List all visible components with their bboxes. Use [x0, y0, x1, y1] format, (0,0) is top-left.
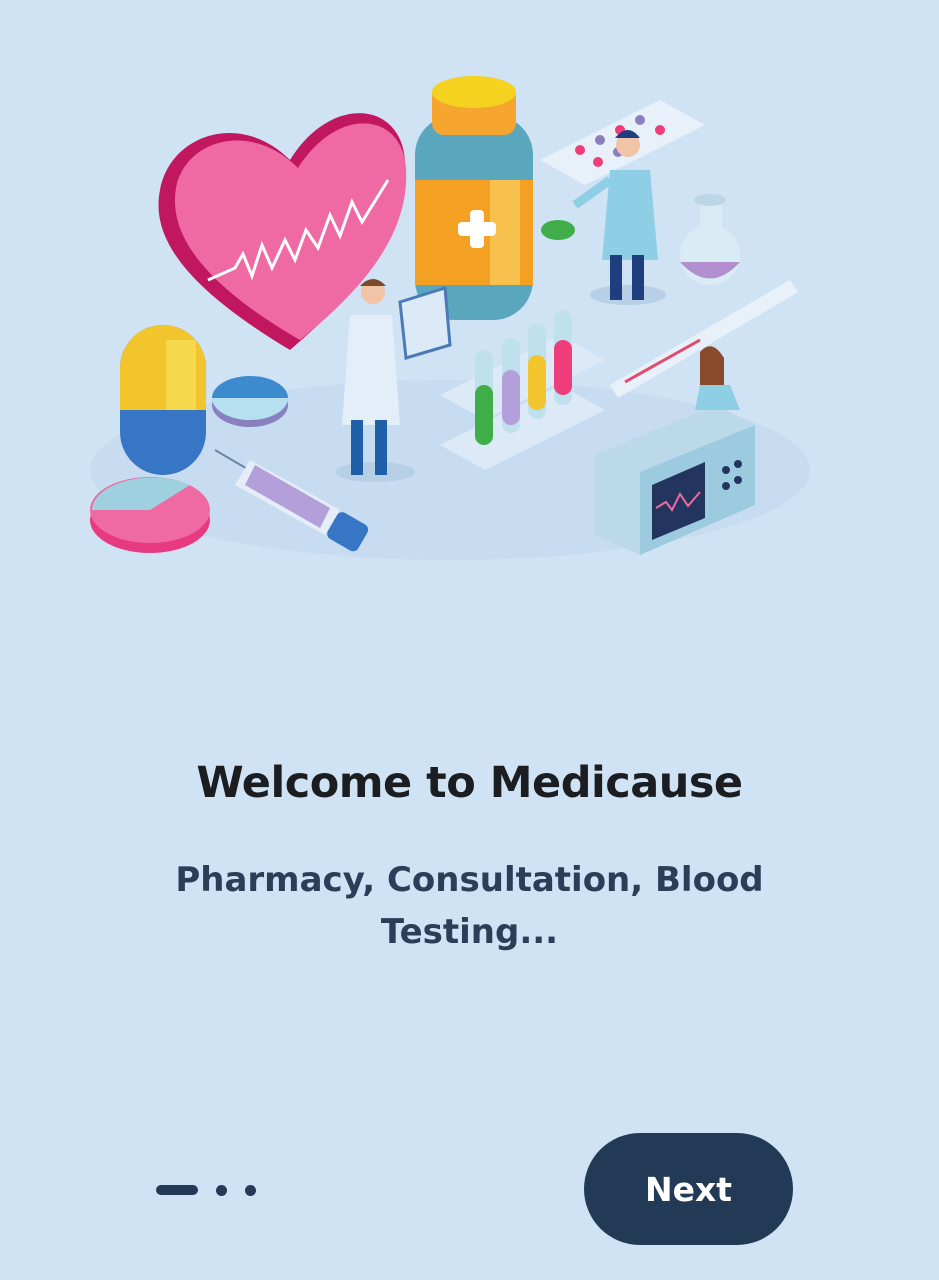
pill-tablet-icon [90, 477, 210, 553]
medical-illustration [90, 76, 810, 560]
onboarding-screen: Welcome to Medicause Pharmacy, Consultat… [0, 0, 939, 1280]
page-indicator-dot[interactable] [216, 1184, 227, 1196]
next-button[interactable]: Next [584, 1133, 793, 1245]
page-indicator [156, 1183, 256, 1197]
page-indicator-dot[interactable] [245, 1184, 256, 1196]
page-subtitle: Pharmacy, Consultation, Blood Testing... [175, 860, 764, 952]
pill-tablet-icon [212, 376, 288, 427]
page-indicator-dot-active[interactable] [156, 1185, 198, 1195]
medicine-bottle-icon [415, 76, 533, 320]
capsule-icon [120, 325, 206, 475]
heart-icon [158, 113, 407, 351]
flask-icon [680, 194, 740, 285]
page-title: Welcome to Medicause [196, 758, 743, 808]
